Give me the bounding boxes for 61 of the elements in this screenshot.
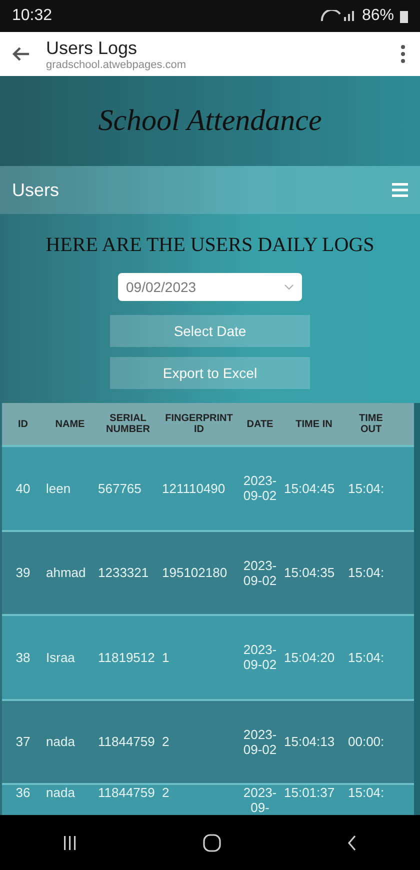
column-header: TIME OUT [358, 413, 384, 436]
battery-icon [400, 10, 408, 22]
status-time: 10:32 [12, 7, 52, 25]
table-cell-text: 15:04:35 [283, 565, 336, 580]
action-button[interactable]: Export to Excel [110, 357, 310, 389]
table-cell-text: 1 [161, 650, 170, 665]
table-cell-text: leen [45, 480, 72, 496]
table-cell-text: 2023-09-02 [242, 642, 278, 672]
table-cell-text: 15:01:37 [283, 785, 336, 800]
site-title: School Attendance [98, 104, 322, 138]
table-cell-text: 11844759 [97, 785, 156, 800]
table-cell-text: 15:04: [347, 650, 386, 665]
column-header: SERIAL NUMBER [105, 413, 151, 436]
table-cell-text: Israa [45, 650, 76, 665]
action-button[interactable]: Select Date [110, 315, 310, 347]
table-cell-text: 15:04:13 [283, 734, 336, 750]
date-select[interactable]: 09/02/2023 [118, 273, 302, 301]
more-options-icon[interactable] [400, 44, 406, 64]
table-cell-text: 40 [14, 480, 32, 496]
recent-apps-icon[interactable] [63, 834, 77, 850]
table-cell-text: 15:04: [347, 480, 386, 496]
table-cell-text: 2023-09-02 [242, 726, 278, 757]
column-header: TIME IN [294, 418, 334, 430]
table-cell-text: 2023-09-02 [242, 473, 278, 504]
table-cell-text: 11844759 [97, 734, 156, 750]
back-icon[interactable] [347, 834, 357, 850]
table-cell-text: 38 [14, 650, 32, 665]
table-cell-text: nada [45, 785, 76, 800]
signal-icon [320, 10, 356, 22]
page-heading: HERE ARE THE USERS DAILY LOGS [44, 234, 376, 257]
column-header: FINGERPRINT ID [164, 413, 234, 436]
table-cell-text: 1233321 [97, 565, 150, 580]
page-url: gradschool.atwebpages.com [46, 58, 188, 70]
back-arrow-icon[interactable] [12, 47, 30, 61]
table-cell-text: 37 [14, 734, 32, 750]
table-cell-text: nada [45, 734, 76, 750]
table-cell-text: 2 [161, 785, 170, 800]
nav-label[interactable]: Users [12, 180, 60, 200]
table-cell-text: 121110490 [161, 480, 226, 496]
table-cell-text: 15:04:20 [283, 650, 336, 665]
table-cell-text: 2 [161, 734, 170, 750]
chevron-down-icon [284, 284, 294, 290]
table-cell-text: 195102180 [161, 565, 228, 580]
page-title: Users Logs [46, 38, 138, 58]
table-cell-text: 00:00: [347, 734, 386, 750]
table-cell-text: 36 [14, 785, 32, 800]
table-cell-text: 11819512 [97, 650, 156, 665]
table-cell-text: 15:04: [347, 565, 386, 580]
table-cell-text: 15:04: [347, 785, 386, 800]
table-cell-text: 2023-09- [242, 785, 278, 815]
column-header: NAME [54, 418, 86, 430]
menu-icon[interactable] [392, 183, 408, 197]
table-cell-text: 567765 [97, 480, 142, 496]
column-header: DATE [246, 418, 274, 430]
home-icon[interactable] [203, 834, 221, 852]
table-cell-text: 2023-09-02 [242, 558, 278, 588]
table-cell-text: 39 [14, 565, 32, 580]
table-cell-text: 15:04:45 [283, 480, 336, 496]
battery-level: 86% [362, 7, 394, 25]
column-header: ID [17, 418, 29, 430]
table-cell-text: ahmad [45, 565, 87, 580]
